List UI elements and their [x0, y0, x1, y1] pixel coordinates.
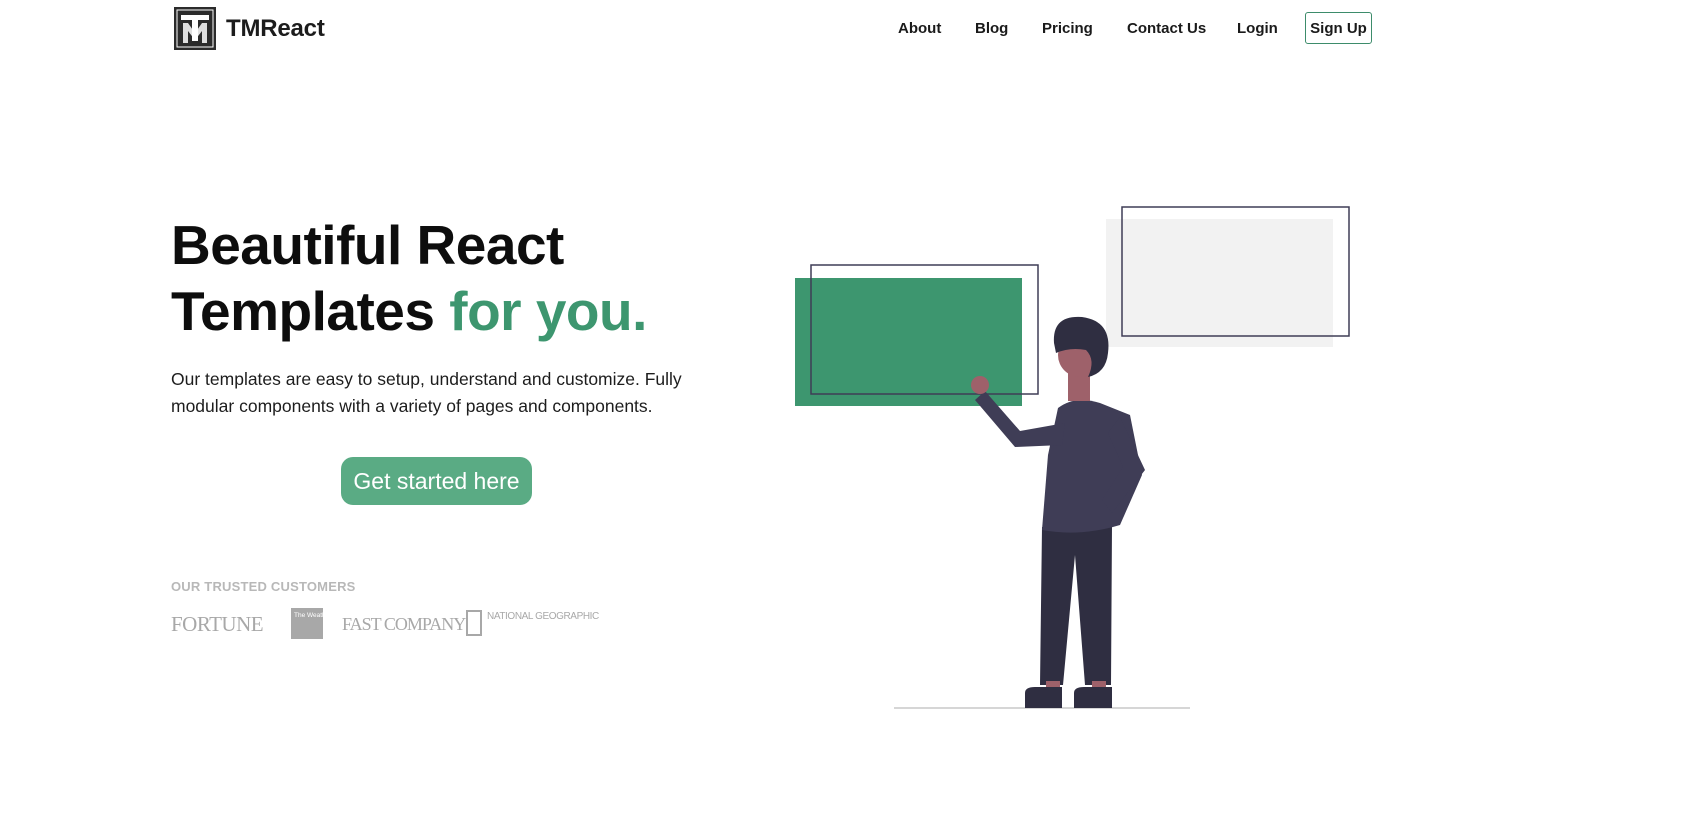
hero-title-line1: Beautiful React [171, 214, 564, 276]
sign-up-button[interactable]: Sign Up [1305, 12, 1372, 44]
weather-channel-logo: The Weather Channel [291, 608, 357, 639]
person-hand [971, 376, 989, 394]
site-header: TMReact About Blog Pricing Contact Us Lo… [0, 0, 1682, 58]
hero-illustration-svg [795, 206, 1350, 709]
hero-title: Beautiful React Templates for you. [171, 212, 647, 344]
nav-contact-us[interactable]: Contact Us [1127, 20, 1206, 37]
person-shoe-right [1074, 687, 1112, 708]
person-presenting-illustration [790, 195, 1370, 715]
natgeo-text: NATIONAL GEOGRAPHIC [487, 611, 599, 622]
main-nav: About Blog Pricing Contact Us Login Sign… [0, 12, 1682, 46]
natgeo-frame-icon [466, 610, 482, 636]
nav-about[interactable]: About [898, 20, 941, 37]
landing-page: TMReact About Blog Pricing Contact Us Lo… [0, 0, 1682, 820]
hero-title-line2: Templates [171, 280, 435, 342]
national-geographic-logo: NATIONAL GEOGRAPHIC [466, 610, 599, 638]
hero-title-accent: for you. [449, 280, 647, 342]
person-legs [1040, 525, 1112, 685]
person-shoe-left [1025, 687, 1062, 708]
nav-login[interactable]: Login [1237, 20, 1278, 37]
hero-description: Our templates are easy to setup, underst… [171, 369, 682, 416]
fast-company-logo: FAST COMPANY [342, 614, 466, 634]
nav-pricing[interactable]: Pricing [1042, 20, 1093, 37]
nav-blog[interactable]: Blog [975, 20, 1008, 37]
trusted-customers-label: OUR TRUSTED CUSTOMERS [171, 579, 356, 594]
fortune-logo: FORTUNE [171, 612, 264, 636]
get-started-button[interactable]: Get started here [341, 457, 532, 505]
gray-panel [1106, 219, 1333, 347]
